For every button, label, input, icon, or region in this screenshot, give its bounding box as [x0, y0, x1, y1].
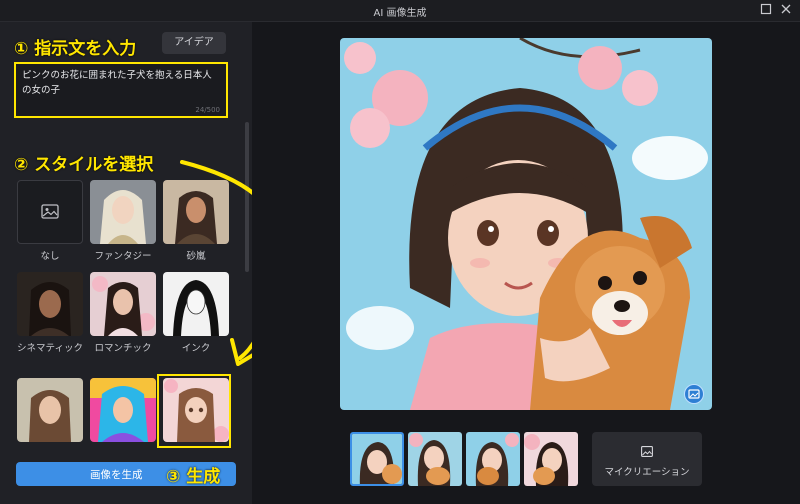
- style-thumb: [17, 180, 83, 244]
- style-thumb: [90, 272, 156, 336]
- maximize-icon[interactable]: [758, 3, 774, 19]
- style-thumb: [17, 272, 83, 336]
- left-panel: アイデア ① 指示文を入力 ピンクのお花に囲まれた子犬を抱える日本人の女の子 2…: [0, 22, 252, 504]
- my-creation-label: マイクリエーション: [604, 467, 690, 478]
- generate-button-label: 画像を生成: [90, 469, 143, 481]
- style-thumb: [163, 180, 229, 244]
- step1-annotation: ① 指示文を入力: [14, 39, 137, 59]
- style-label: ロマンチック: [94, 343, 152, 354]
- prompt-char-count: 24/500: [195, 106, 220, 114]
- step2-annotation: ② スタイルを選択: [14, 155, 154, 175]
- image-placeholder-icon: [41, 204, 59, 219]
- result-thumbnail-1[interactable]: [350, 432, 404, 486]
- style-thumb: [163, 272, 229, 336]
- style-item-realistic[interactable]: [17, 378, 83, 448]
- style-label: 砂嵐: [186, 251, 206, 262]
- image-action-icon[interactable]: [684, 384, 704, 404]
- style-thumb: [17, 378, 83, 442]
- result-thumbnail-2[interactable]: [408, 432, 462, 486]
- style-thumb: [90, 378, 156, 442]
- style-label: シネマティック: [17, 343, 83, 354]
- my-creation-button[interactable]: マイクリエーション: [592, 432, 702, 486]
- close-icon[interactable]: [778, 3, 794, 19]
- window-title: AI 画像生成: [373, 8, 427, 19]
- right-panel: マイクリエーション: [252, 22, 800, 504]
- style-item-fantasy[interactable]: ファンタジー: [90, 180, 156, 264]
- style-item-colorful[interactable]: [90, 378, 156, 448]
- idea-button[interactable]: アイデア: [162, 32, 226, 54]
- result-thumbnail-3[interactable]: [466, 432, 520, 486]
- style-item-cinematic[interactable]: シネマティック: [17, 272, 83, 356]
- style-label: ファンタジー: [94, 251, 152, 262]
- title-bar: AI 画像生成: [0, 0, 800, 22]
- style-item-none[interactable]: なし: [17, 180, 83, 264]
- style-label: なし: [40, 251, 60, 262]
- generated-image-preview[interactable]: [340, 38, 712, 410]
- selected-style-highlight: [157, 374, 231, 448]
- prompt-textarea[interactable]: ピンクのお花に囲まれた子犬を抱える日本人の女の子 24/500: [14, 62, 228, 118]
- gallery-icon: [641, 446, 653, 457]
- step3-annotation: ③ 生成: [166, 467, 221, 487]
- style-thumb: [90, 180, 156, 244]
- style-item-sandstorm[interactable]: 砂嵐: [163, 180, 229, 264]
- style-item-ink[interactable]: インク: [163, 272, 229, 356]
- style-label: インク: [181, 343, 211, 354]
- style-item-romantic[interactable]: ロマンチック: [90, 272, 156, 356]
- result-thumbnail-4[interactable]: [524, 432, 578, 486]
- style-list-scrollbar[interactable]: [245, 122, 249, 272]
- prompt-text[interactable]: ピンクのお花に囲まれた子犬を抱える日本人の女の子: [22, 68, 220, 98]
